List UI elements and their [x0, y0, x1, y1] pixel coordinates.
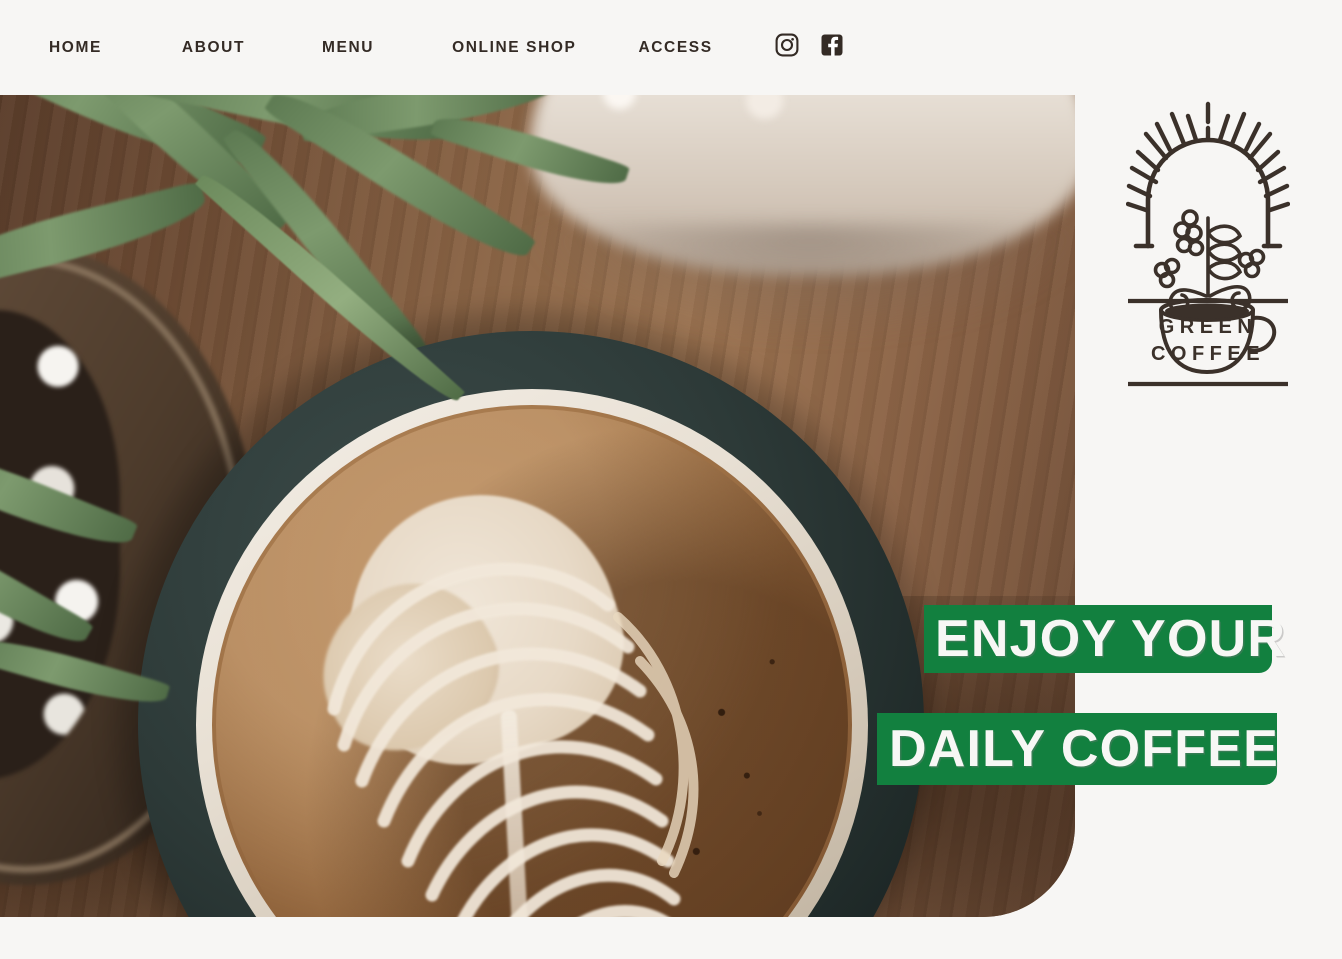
main-navigation: HOME ABOUT MENU ONLINE SHOP ACCESS	[0, 0, 1342, 95]
logo-line-green: GREEN	[1158, 316, 1258, 338]
nav-link-home[interactable]: HOME	[49, 40, 102, 56]
sugar-cubes	[560, 95, 890, 165]
logo-line-coffee: COFFEE	[1150, 343, 1266, 365]
facebook-icon[interactable]	[820, 33, 844, 62]
nav-link-access[interactable]: ACCESS	[638, 40, 712, 56]
nav-link-about[interactable]: ABOUT	[182, 40, 245, 56]
nav-link-menu[interactable]: MENU	[322, 40, 374, 56]
page-root: HOME ABOUT MENU ONLINE SHOP ACCESS GREEN…	[0, 0, 1342, 959]
brand-logo[interactable]: GREEN COFFEE	[1125, 100, 1291, 396]
hero-image-content	[0, 95, 1075, 917]
nav-link-online-shop[interactable]: ONLINE SHOP	[452, 40, 576, 56]
hero-headline-line-1: ENJOY YOUR	[924, 605, 1285, 681]
latte-art	[216, 409, 848, 917]
hero-image	[0, 95, 1075, 917]
social-links	[775, 33, 844, 62]
instagram-icon[interactable]	[775, 33, 799, 62]
hero-headline-line-2: DAILY COFFEE	[877, 713, 1285, 793]
